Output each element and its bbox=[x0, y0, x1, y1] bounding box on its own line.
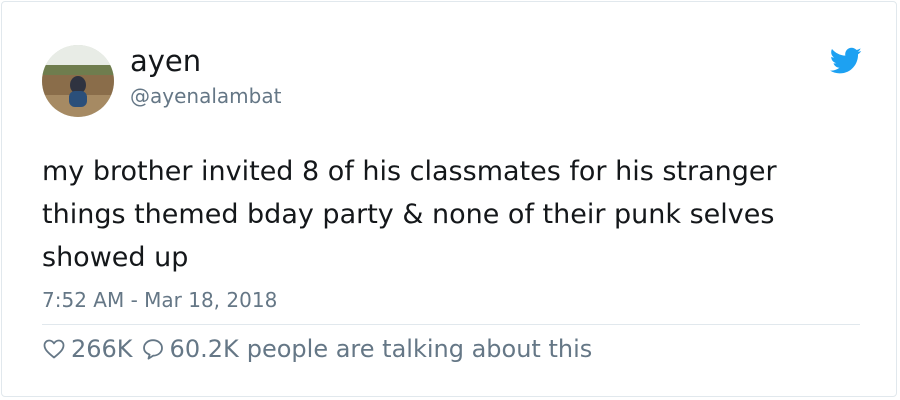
divider bbox=[42, 324, 860, 325]
tweet-stats: 266K 60.2K people are talking about this bbox=[42, 333, 592, 365]
like-count[interactable]: 266K bbox=[71, 335, 133, 363]
display-name[interactable]: ayen bbox=[130, 44, 201, 78]
twitter-bird-icon[interactable] bbox=[829, 47, 862, 75]
speech-bubble-icon[interactable] bbox=[141, 337, 165, 361]
tweet-timestamp[interactable]: 7:52 AM - Mar 18, 2018 bbox=[42, 288, 277, 312]
tweet-card: ayen @ayenalambat my brother invited 8 o… bbox=[1, 1, 897, 397]
tweet-text: my brother invited 8 of his classmates f… bbox=[42, 156, 777, 273]
talking-label[interactable]: people are talking about this bbox=[247, 335, 593, 363]
avatar[interactable] bbox=[42, 45, 114, 117]
heart-outline-icon[interactable] bbox=[42, 337, 66, 361]
reply-count[interactable]: 60.2K bbox=[170, 335, 239, 363]
avatar-image bbox=[42, 45, 114, 117]
user-handle[interactable]: @ayenalambat bbox=[130, 84, 281, 108]
